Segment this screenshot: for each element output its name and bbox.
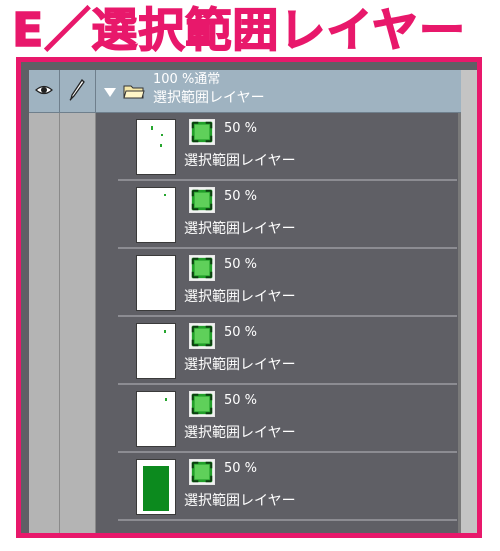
layer-thumbnail bbox=[136, 187, 176, 243]
folder-name: 選択範囲レイヤー bbox=[153, 90, 265, 106]
layer-thumbnail bbox=[136, 459, 176, 515]
highlight-frame: 100 %通常 選択範囲レイヤー 50 % 選択範囲レイヤー 50 % 選択範囲… bbox=[16, 57, 482, 538]
layer-name: 選択範囲レイヤー bbox=[184, 425, 296, 441]
layer-opacity: 50 % bbox=[224, 121, 258, 136]
selection-speck bbox=[161, 134, 163, 136]
vertical-scrollbar[interactable] bbox=[461, 70, 477, 533]
layer-thumbnail bbox=[136, 255, 176, 311]
eye-icon[interactable] bbox=[35, 84, 53, 96]
layer-name: 選択範囲レイヤー bbox=[184, 289, 296, 305]
selection-fill bbox=[143, 466, 169, 511]
selection-mask-icon bbox=[189, 459, 215, 485]
layer-folder-row[interactable]: 100 %通常 選択範囲レイヤー bbox=[29, 70, 461, 113]
layer-name: 選択範囲レイヤー bbox=[184, 493, 296, 509]
layer-opacity: 50 % bbox=[224, 393, 258, 408]
layer-thumbnail bbox=[136, 391, 176, 447]
layer-row[interactable]: 50 % 選択範囲レイヤー bbox=[118, 249, 457, 317]
layer-row[interactable]: 50 % 選択範囲レイヤー bbox=[118, 113, 457, 181]
layer-opacity: 50 % bbox=[224, 325, 258, 340]
triangle-down-icon[interactable] bbox=[104, 88, 116, 97]
layer-name: 選択範囲レイヤー bbox=[184, 221, 296, 237]
selection-mask-icon bbox=[189, 391, 215, 417]
selection-mask-icon bbox=[189, 255, 215, 281]
selection-speck bbox=[166, 462, 168, 465]
layer-opacity: 50 % bbox=[224, 257, 258, 272]
selection-mask-icon bbox=[189, 187, 215, 213]
selection-speck bbox=[164, 330, 166, 333]
layer-name: 選択範囲レイヤー bbox=[184, 357, 296, 373]
layers-panel: 100 %通常 選択範囲レイヤー 50 % 選択範囲レイヤー 50 % 選択範囲… bbox=[21, 62, 477, 533]
layer-row[interactable]: 50 % 選択範囲レイヤー bbox=[118, 385, 457, 453]
layer-opacity: 50 % bbox=[224, 189, 258, 204]
folder-visibility-cell[interactable] bbox=[29, 70, 60, 112]
folder-icon bbox=[123, 85, 145, 99]
page-heading: E／選択範囲レイヤー bbox=[11, 2, 467, 58]
visibility-column[interactable] bbox=[29, 70, 60, 533]
selection-speck bbox=[160, 144, 162, 147]
layer-thumbnail bbox=[136, 323, 176, 379]
selection-mask-icon bbox=[189, 119, 215, 145]
selection-speck bbox=[165, 398, 167, 401]
lock-column[interactable] bbox=[60, 70, 96, 533]
folder-lock-cell[interactable] bbox=[60, 70, 96, 112]
layer-row[interactable]: 50 % 選択範囲レイヤー bbox=[118, 317, 457, 385]
layer-thumbnail bbox=[136, 119, 176, 175]
selection-speck bbox=[164, 194, 166, 196]
layer-name: 選択範囲レイヤー bbox=[184, 153, 296, 169]
layer-row[interactable]: 50 % 選択範囲レイヤー bbox=[118, 181, 457, 249]
pen-icon[interactable] bbox=[69, 79, 85, 101]
selection-mask-icon bbox=[189, 323, 215, 349]
selection-speck bbox=[151, 126, 153, 130]
layer-opacity: 50 % bbox=[224, 461, 258, 476]
layer-row[interactable]: 50 % 選択範囲レイヤー bbox=[118, 453, 457, 521]
folder-blend-mode: 100 %通常 bbox=[153, 72, 221, 87]
